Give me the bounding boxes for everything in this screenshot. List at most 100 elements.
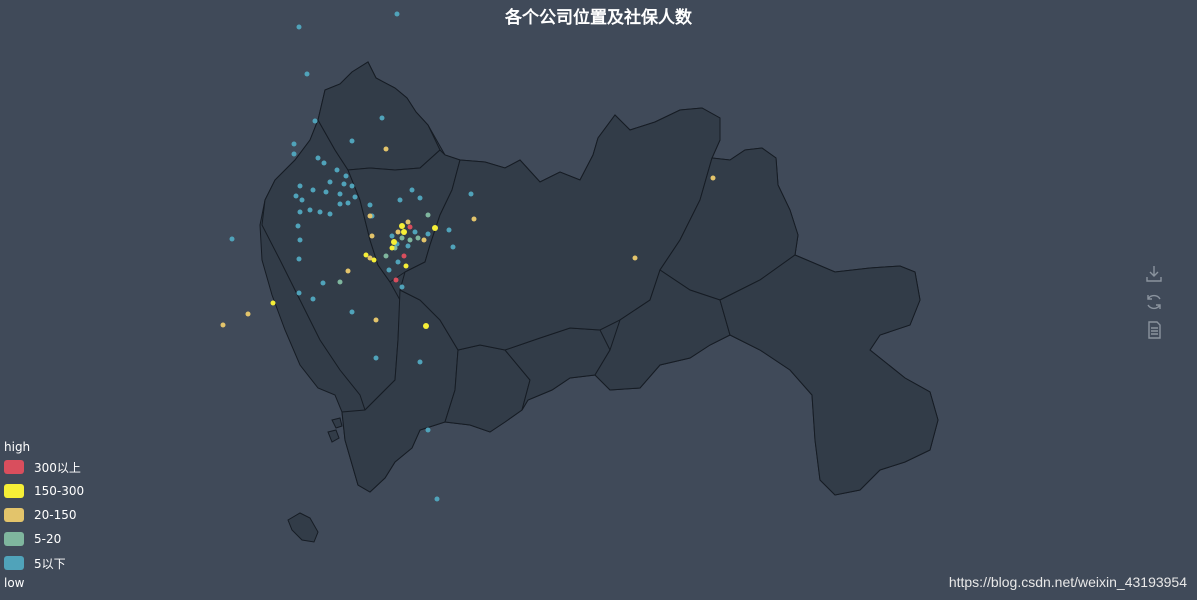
island-small-1[interactable]	[327, 429, 340, 443]
region-dapeng[interactable]	[719, 254, 939, 496]
company-point[interactable]	[395, 259, 401, 265]
download-icon[interactable]	[1143, 263, 1165, 285]
company-point[interactable]	[349, 138, 355, 144]
company-point[interactable]	[386, 267, 392, 273]
company-point[interactable]	[327, 211, 333, 217]
company-point[interactable]	[345, 200, 351, 206]
company-point[interactable]	[345, 268, 351, 274]
legend-item-under-5[interactable]: 5以下	[4, 551, 84, 575]
company-point[interactable]	[409, 187, 415, 193]
company-point[interactable]	[343, 173, 349, 179]
company-point[interactable]	[389, 245, 395, 251]
refresh-icon[interactable]	[1143, 291, 1165, 313]
company-point[interactable]	[407, 224, 413, 230]
company-point[interactable]	[295, 223, 301, 229]
company-point[interactable]	[341, 181, 347, 187]
company-point[interactable]	[310, 296, 316, 302]
company-point[interactable]	[320, 280, 326, 286]
company-point[interactable]	[312, 118, 318, 124]
island-small-2[interactable]	[331, 417, 343, 429]
company-point[interactable]	[405, 219, 411, 225]
company-point[interactable]	[434, 496, 440, 502]
company-point[interactable]	[229, 236, 235, 242]
company-point[interactable]	[395, 229, 401, 235]
legend-swatch	[4, 556, 24, 570]
company-point[interactable]	[432, 225, 438, 231]
company-point[interactable]	[327, 179, 333, 185]
company-point[interactable]	[407, 237, 413, 243]
company-point[interactable]	[450, 244, 456, 250]
company-point[interactable]	[421, 237, 427, 243]
company-point[interactable]	[417, 195, 423, 201]
company-point[interactable]	[371, 257, 377, 263]
company-point[interactable]	[446, 227, 452, 233]
company-point[interactable]	[373, 355, 379, 361]
company-point[interactable]	[220, 322, 226, 328]
company-point[interactable]	[334, 167, 340, 173]
company-point[interactable]	[367, 213, 373, 219]
island-neilingding[interactable]	[287, 512, 319, 543]
company-point[interactable]	[315, 155, 321, 161]
visual-map-legend[interactable]: high 300以上 150-300 20-150 5-20 5以下 low	[4, 439, 84, 591]
company-point[interactable]	[412, 229, 418, 235]
company-point[interactable]	[291, 151, 297, 157]
company-point[interactable]	[363, 252, 369, 258]
company-point[interactable]	[393, 277, 399, 283]
company-point[interactable]	[405, 243, 411, 249]
document-icon[interactable]	[1143, 319, 1165, 341]
company-point[interactable]	[425, 212, 431, 218]
company-point[interactable]	[417, 359, 423, 365]
map-canvas[interactable]	[0, 0, 1197, 600]
company-point[interactable]	[389, 233, 395, 239]
company-point[interactable]	[337, 201, 343, 207]
company-point[interactable]	[321, 160, 327, 166]
company-point[interactable]	[401, 229, 407, 235]
legend-item-150-300[interactable]: 150-300	[4, 479, 84, 503]
company-point[interactable]	[270, 300, 276, 306]
company-point[interactable]	[399, 284, 405, 290]
legend-item-300-plus[interactable]: 300以上	[4, 455, 84, 479]
company-point[interactable]	[296, 256, 302, 262]
company-point[interactable]	[632, 255, 638, 261]
company-point[interactable]	[304, 71, 310, 77]
company-point[interactable]	[337, 191, 343, 197]
company-point[interactable]	[383, 146, 389, 152]
legend-item-5-20[interactable]: 5-20	[4, 527, 84, 551]
company-point[interactable]	[296, 290, 302, 296]
company-point[interactable]	[293, 193, 299, 199]
company-point[interactable]	[297, 237, 303, 243]
company-point[interactable]	[399, 223, 405, 229]
company-point[interactable]	[297, 183, 303, 189]
company-point[interactable]	[317, 209, 323, 215]
company-point[interactable]	[349, 309, 355, 315]
company-point[interactable]	[379, 115, 385, 121]
company-point[interactable]	[352, 194, 358, 200]
company-point[interactable]	[307, 207, 313, 213]
company-point[interactable]	[245, 311, 251, 317]
company-point[interactable]	[383, 253, 389, 259]
company-point[interactable]	[349, 183, 355, 189]
company-point[interactable]	[310, 187, 316, 193]
company-point[interactable]	[425, 231, 431, 237]
company-point[interactable]	[391, 239, 397, 245]
company-point[interactable]	[373, 317, 379, 323]
company-point[interactable]	[423, 323, 429, 329]
company-point[interactable]	[468, 191, 474, 197]
legend-item-label: 300以上	[34, 460, 81, 475]
company-point[interactable]	[399, 235, 405, 241]
company-point[interactable]	[323, 189, 329, 195]
company-point[interactable]	[367, 202, 373, 208]
company-point[interactable]	[299, 197, 305, 203]
company-point[interactable]	[471, 216, 477, 222]
company-point[interactable]	[403, 263, 409, 269]
company-point[interactable]	[297, 209, 303, 215]
company-point[interactable]	[415, 235, 421, 241]
company-point[interactable]	[397, 197, 403, 203]
company-point[interactable]	[710, 175, 716, 181]
company-point[interactable]	[425, 427, 431, 433]
company-point[interactable]	[401, 253, 407, 259]
legend-item-20-150[interactable]: 20-150	[4, 503, 84, 527]
company-point[interactable]	[369, 233, 375, 239]
company-point[interactable]	[337, 279, 343, 285]
company-point[interactable]	[291, 141, 297, 147]
